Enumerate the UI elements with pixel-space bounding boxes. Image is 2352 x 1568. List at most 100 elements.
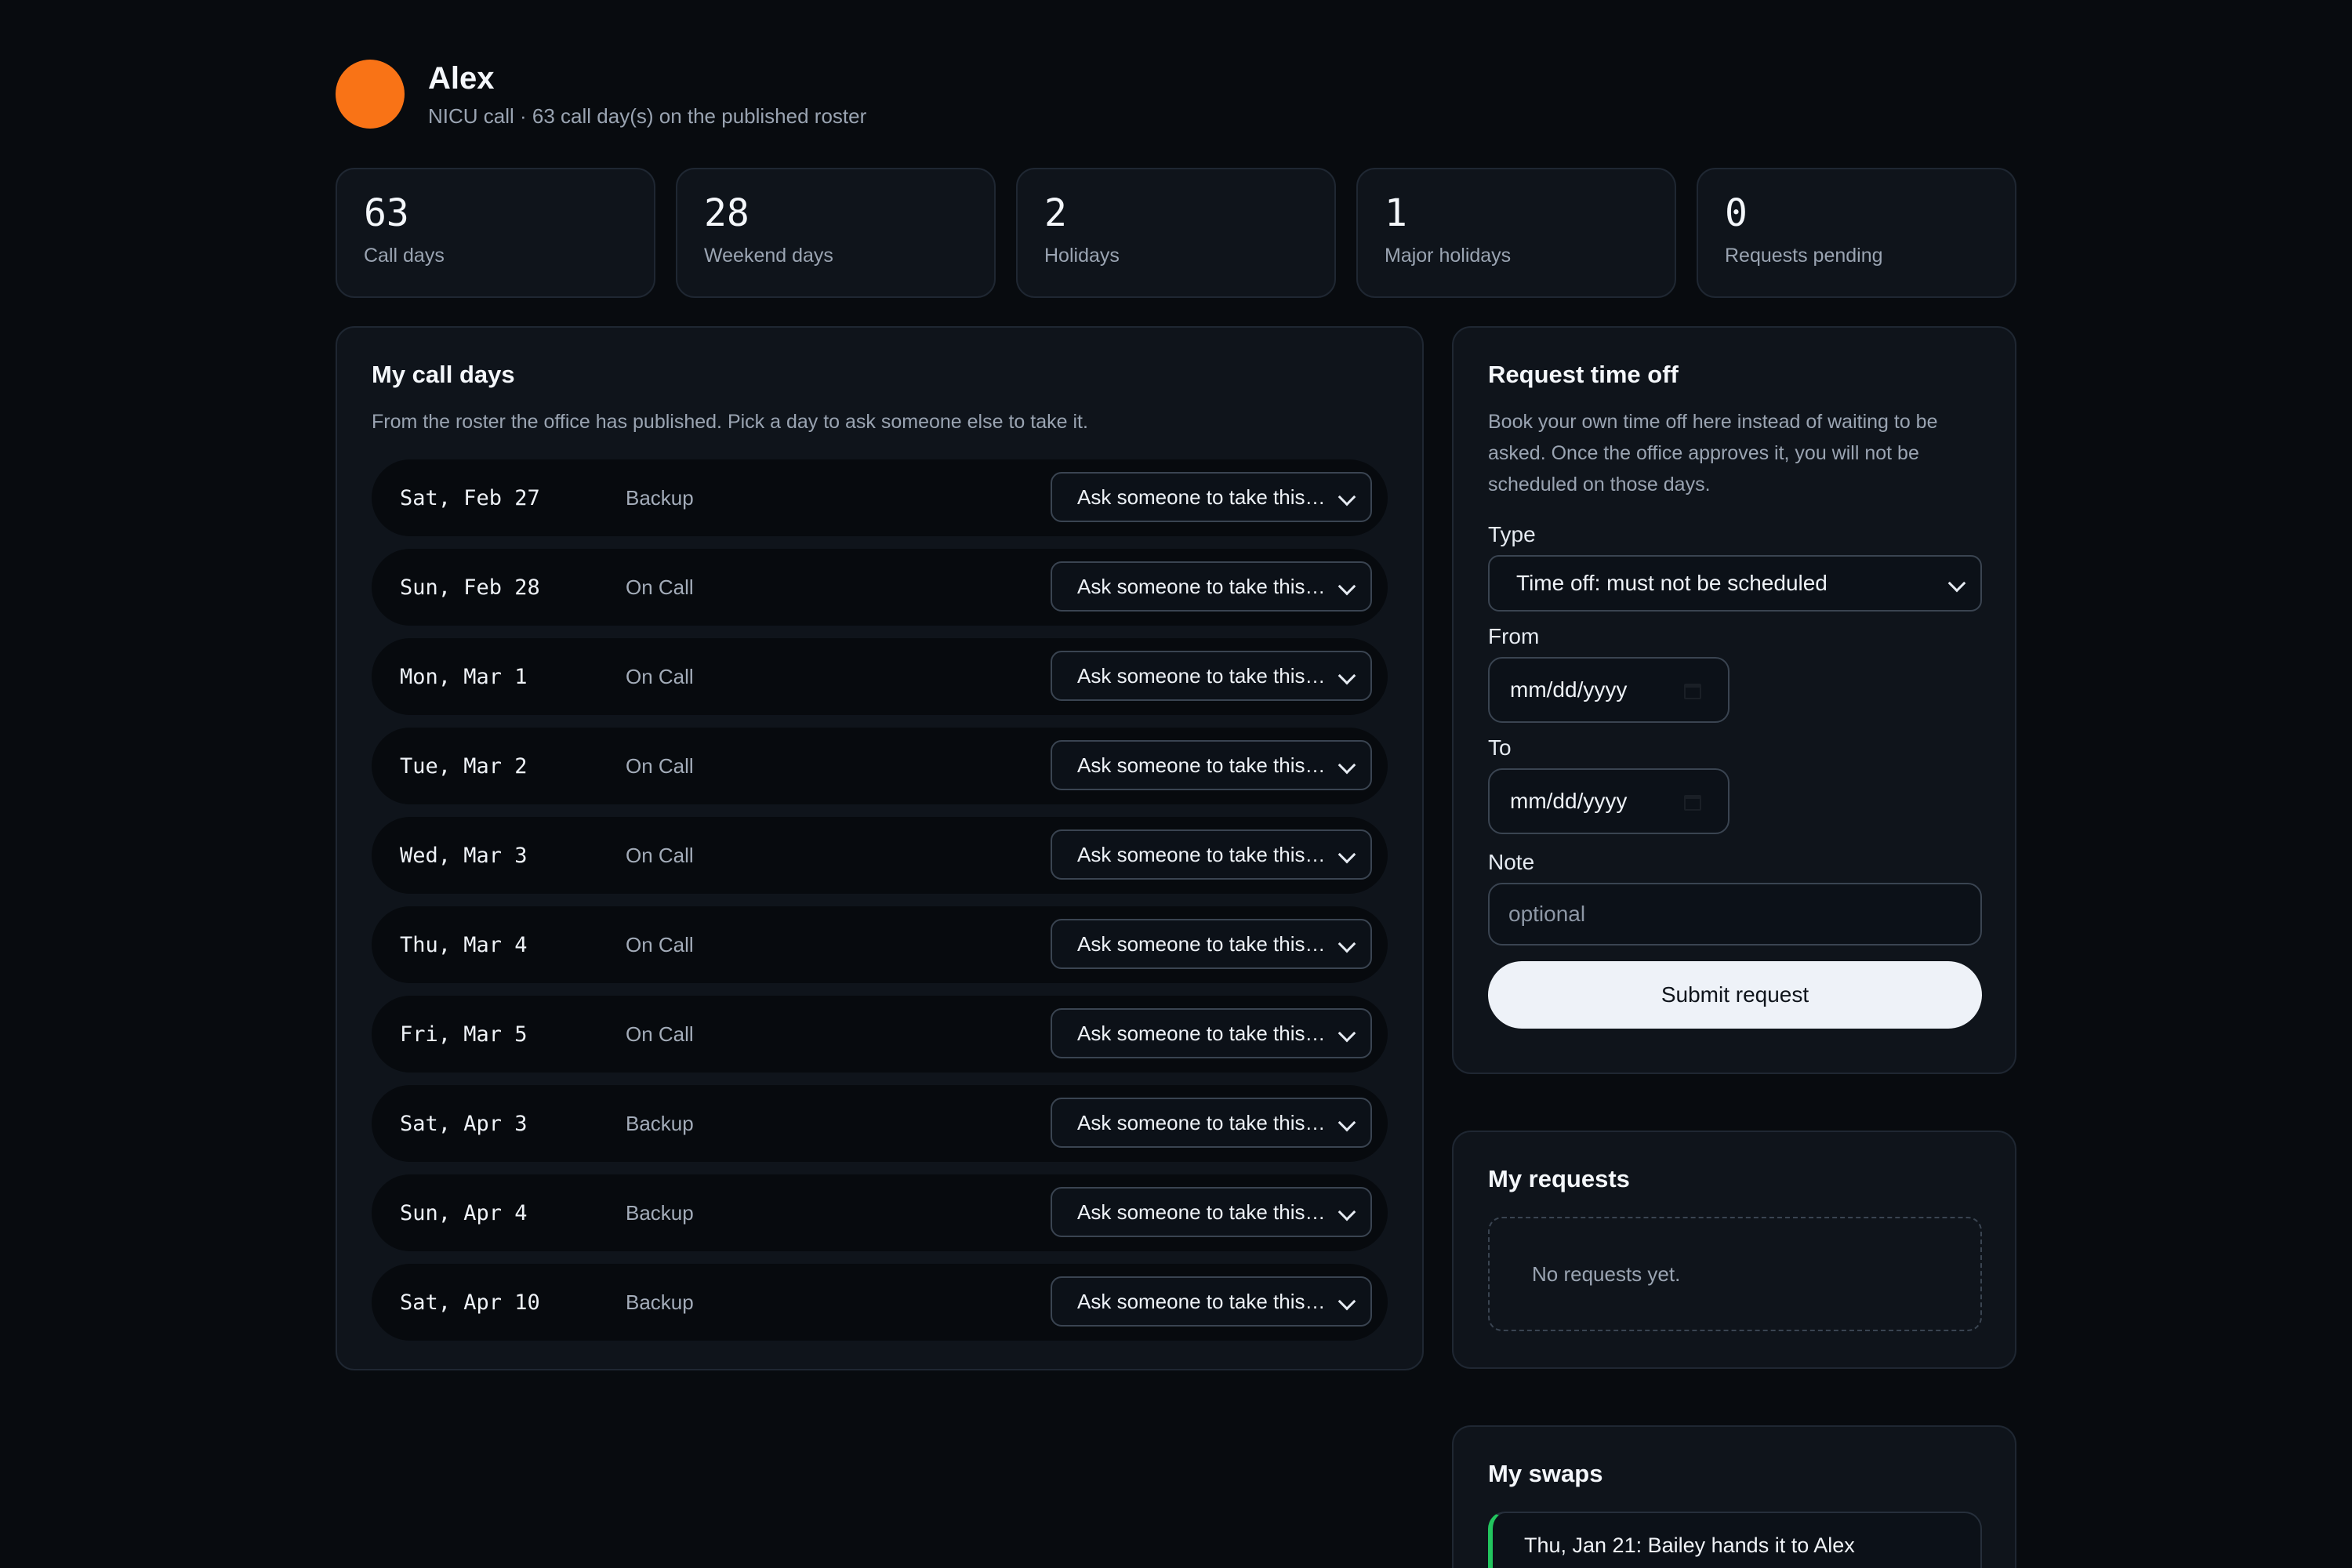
panel-description: From the roster the office has published… — [372, 411, 1088, 433]
avatar — [336, 60, 405, 129]
my-call-days-panel: My call days From the roster the office … — [336, 326, 1424, 1370]
swap-request-select[interactable]: Ask someone to take this… — [1051, 472, 1372, 522]
stat-requests-pending: 0 Requests pending — [1697, 168, 2016, 298]
request-time-off-panel: Request time off Book your own time off … — [1452, 326, 2016, 1074]
chevron-down-icon — [1338, 756, 1356, 775]
chevron-down-icon — [1338, 845, 1356, 864]
to-label: To — [1488, 735, 1512, 760]
to-date-input[interactable]: mm/dd/yyyy — [1488, 768, 1730, 834]
call-day-row: Sat, Feb 27 Backup Ask someone to take t… — [372, 459, 1388, 536]
swap-request-select[interactable]: Ask someone to take this… — [1051, 829, 1372, 880]
stat-weekend-days: 28 Weekend days — [676, 168, 996, 298]
stat-label: Weekend days — [704, 245, 833, 267]
stat-label: Requests pending — [1725, 245, 1883, 267]
call-day-row: Sat, Apr 10 Backup Ask someone to take t… — [372, 1264, 1388, 1341]
call-day-row: Sat, Apr 3 Backup Ask someone to take th… — [372, 1085, 1388, 1162]
swap-select-value: Ask someone to take this… — [1077, 1200, 1326, 1224]
from-date-value: mm/dd/yyyy — [1510, 677, 1628, 702]
swap-select-value: Ask someone to take this… — [1077, 753, 1326, 777]
call-role: On Call — [626, 575, 694, 599]
swap-request-select[interactable]: Ask someone to take this… — [1051, 1008, 1372, 1058]
panel-title: My requests — [1488, 1165, 1630, 1192]
panel-title: Request time off — [1488, 361, 1679, 388]
profile-text: Alex NICU call · 63 call day(s) on the p… — [428, 60, 866, 129]
call-date: Sun, Apr 4 — [400, 1200, 528, 1225]
type-label: Type — [1488, 522, 1536, 546]
stat-value: 2 — [1044, 191, 1067, 235]
call-day-row: Fri, Mar 5 On Call Ask someone to take t… — [372, 996, 1388, 1073]
swap-request-select[interactable]: Ask someone to take this… — [1051, 740, 1372, 790]
chevron-down-icon — [1338, 1203, 1356, 1221]
swap-item-text: Thu, Jan 21: Bailey hands it to Alex — [1524, 1534, 1855, 1557]
call-date: Sun, Feb 28 — [400, 575, 540, 600]
swap-select-value: Ask someone to take this… — [1077, 842, 1326, 866]
stat-value: 0 — [1725, 191, 1748, 235]
stat-label: Call days — [364, 245, 445, 267]
call-role: Backup — [626, 485, 694, 510]
call-day-row: Tue, Mar 2 On Call Ask someone to take t… — [372, 728, 1388, 804]
call-role: On Call — [626, 664, 694, 688]
call-day-row: Sun, Apr 4 Backup Ask someone to take th… — [372, 1174, 1388, 1251]
call-day-row: Wed, Mar 3 On Call Ask someone to take t… — [372, 817, 1388, 894]
call-date: Mon, Mar 1 — [400, 664, 528, 689]
stat-value: 63 — [364, 191, 409, 235]
calendar-icon[interactable] — [1684, 795, 1701, 811]
stat-value: 1 — [1385, 191, 1407, 235]
swap-request-select[interactable]: Ask someone to take this… — [1051, 919, 1372, 969]
stat-value: 28 — [704, 191, 750, 235]
call-date: Fri, Mar 5 — [400, 1022, 528, 1047]
swap-item: Thu, Jan 21: Bailey hands it to Alex — [1488, 1512, 1982, 1568]
swap-request-select[interactable]: Ask someone to take this… — [1051, 1187, 1372, 1237]
type-select[interactable]: Time off: must not be scheduled — [1488, 555, 1982, 612]
chevron-down-icon — [1338, 1024, 1356, 1043]
call-role: On Call — [626, 843, 694, 867]
note-input[interactable] — [1488, 883, 1982, 946]
call-date: Sat, Apr 10 — [400, 1290, 540, 1315]
stat-label: Major holidays — [1385, 245, 1512, 267]
call-date: Sat, Apr 3 — [400, 1111, 528, 1136]
call-role: On Call — [626, 753, 694, 778]
swap-select-value: Ask someone to take this… — [1077, 1021, 1326, 1045]
chevron-down-icon — [1947, 574, 1966, 593]
profile-header: Alex NICU call · 63 call day(s) on the p… — [336, 55, 866, 133]
call-role: On Call — [626, 932, 694, 956]
stat-major-holidays: 1 Major holidays — [1356, 168, 1676, 298]
from-date-input[interactable]: mm/dd/yyyy — [1488, 657, 1730, 723]
type-select-value: Time off: must not be scheduled — [1516, 571, 1828, 595]
call-day-row: Mon, Mar 1 On Call Ask someone to take t… — [372, 638, 1388, 715]
call-role: Backup — [626, 1290, 694, 1314]
swap-request-select[interactable]: Ask someone to take this… — [1051, 561, 1372, 612]
chevron-down-icon — [1338, 1113, 1356, 1132]
empty-state-text: No requests yet. — [1532, 1261, 1681, 1286]
user-subtitle: NICU call · 63 call day(s) on the publis… — [428, 103, 867, 128]
swap-select-value: Ask someone to take this… — [1077, 1110, 1326, 1134]
chevron-down-icon — [1338, 488, 1356, 506]
call-day-list: Sat, Feb 27 Backup Ask someone to take t… — [372, 459, 1388, 1341]
call-date: Sat, Feb 27 — [400, 485, 540, 510]
panel-title: My call days — [372, 361, 515, 388]
call-role: On Call — [626, 1022, 694, 1046]
stat-label: Holidays — [1044, 245, 1120, 267]
call-date: Tue, Mar 2 — [400, 753, 528, 779]
to-date-value: mm/dd/yyyy — [1510, 789, 1628, 813]
swap-request-select[interactable]: Ask someone to take this… — [1051, 651, 1372, 701]
from-label: From — [1488, 624, 1540, 648]
submit-request-button[interactable]: Submit request — [1488, 961, 1982, 1029]
chevron-down-icon — [1338, 935, 1356, 953]
stat-holidays: 2 Holidays — [1016, 168, 1336, 298]
chevron-down-icon — [1338, 666, 1356, 685]
page: Alex NICU call · 63 call day(s) on the p… — [0, 0, 2352, 1568]
my-requests-panel: My requests No requests yet. — [1452, 1131, 2016, 1369]
my-swaps-panel: My swaps Thu, Jan 21: Bailey hands it to… — [1452, 1425, 2016, 1568]
note-label: Note — [1488, 850, 1535, 874]
swap-request-select[interactable]: Ask someone to take this… — [1051, 1276, 1372, 1327]
swap-select-value: Ask someone to take this… — [1077, 485, 1326, 509]
chevron-down-icon — [1338, 1292, 1356, 1311]
swap-request-select[interactable]: Ask someone to take this… — [1051, 1098, 1372, 1148]
calendar-icon[interactable] — [1684, 684, 1701, 699]
call-date: Thu, Mar 4 — [400, 932, 528, 957]
call-date: Wed, Mar 3 — [400, 843, 528, 868]
empty-state: No requests yet. — [1488, 1217, 1982, 1331]
chevron-down-icon — [1338, 577, 1356, 596]
swap-select-value: Ask someone to take this… — [1077, 931, 1326, 956]
